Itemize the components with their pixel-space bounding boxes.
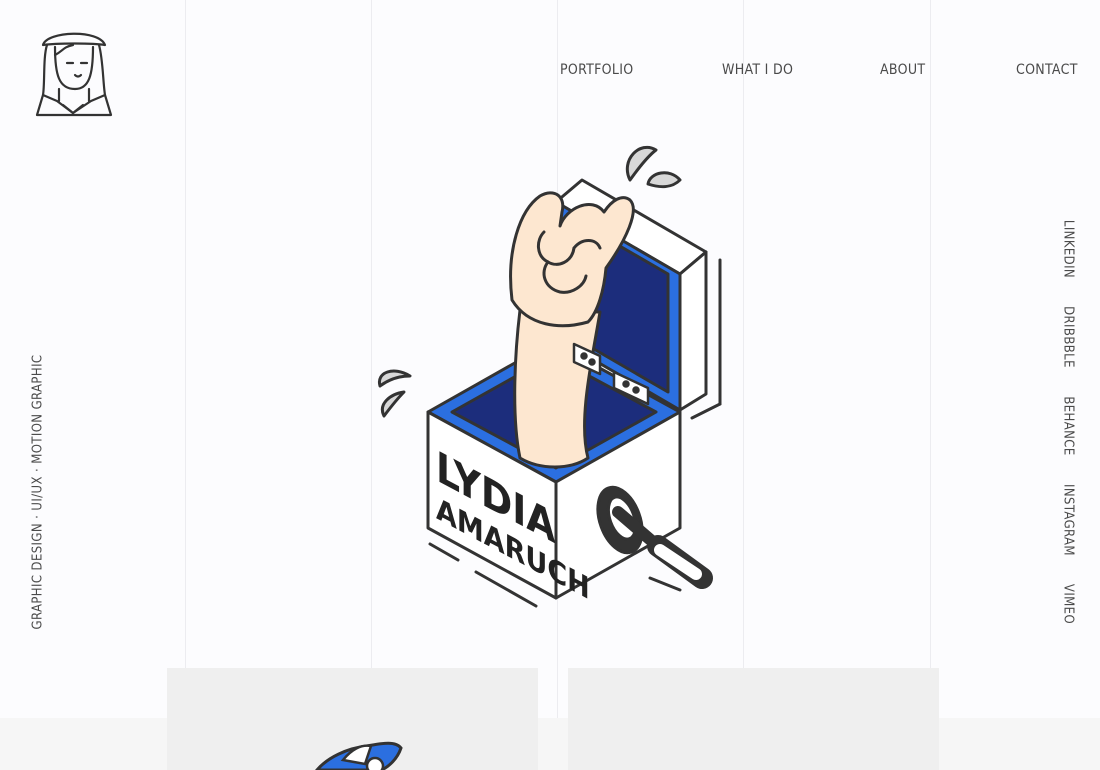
social-linkedin[interactable]: LINKEDIN (1061, 220, 1076, 278)
social-instagram[interactable]: INSTAGRAM (1061, 484, 1076, 556)
tagline: GRAPHIC DESIGN · UI/UX · MOTION GRAPHIC (30, 354, 46, 630)
jack-in-the-box-illustration: LYDIA AMARUCH (377, 145, 722, 608)
nav-contact[interactable]: CONTACT (1016, 62, 1078, 78)
nav-about[interactable]: ABOUT (880, 62, 925, 78)
portfolio-card-1[interactable] (167, 668, 538, 770)
portfolio-card-illustration (315, 741, 403, 770)
social-dribbble[interactable]: DRIBBBLE (1061, 306, 1076, 368)
nav-portfolio[interactable]: PORTFOLIO (560, 62, 633, 78)
grid-line (743, 0, 744, 720)
grid-line (930, 0, 931, 720)
grid-line (185, 0, 186, 720)
portfolio-card-2[interactable] (568, 668, 939, 770)
nav-what-i-do[interactable]: WHAT I DO (722, 62, 793, 78)
social-behance[interactable]: BEHANCE (1061, 396, 1076, 455)
social-vimeo[interactable]: VIMEO (1061, 584, 1076, 624)
logo-avatar-icon[interactable] (33, 25, 115, 117)
